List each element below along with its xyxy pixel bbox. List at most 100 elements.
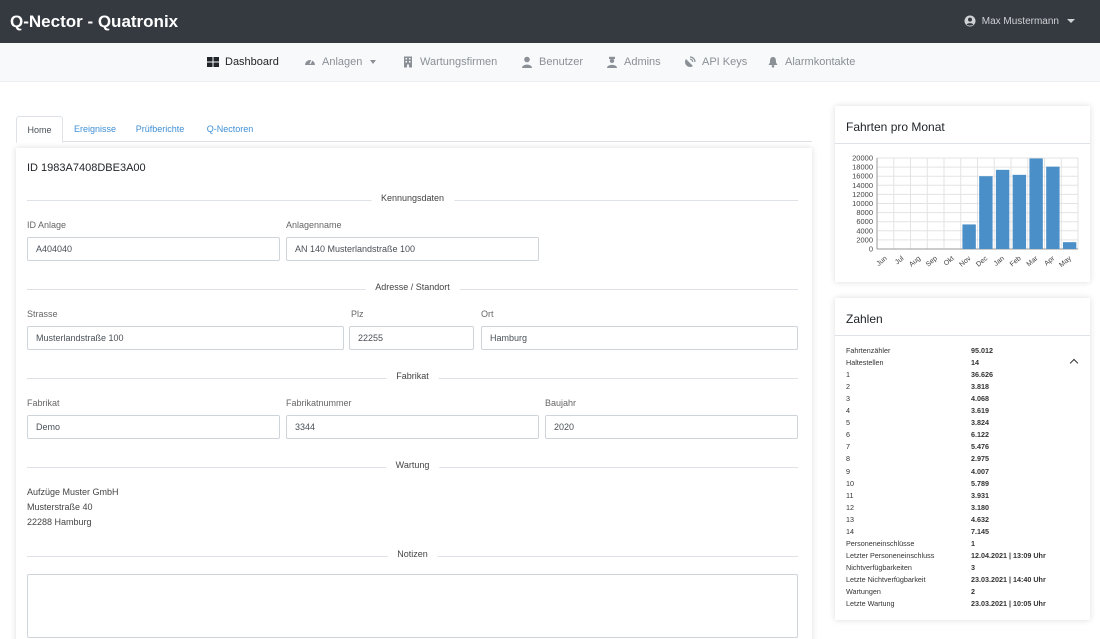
strasse-input[interactable]: Musterlandstraße 100 [27,326,344,350]
brand-title[interactable]: Q-Nector - Quatronix [10,12,178,32]
zahlen-row: 2 3.818 [846,382,1081,394]
zahlen-card-title: Zahlen [835,298,1090,336]
zahlen-row: 6 6.122 [846,430,1081,442]
zahlen-value: 23.03.2021 | 10:05 Uhr [971,599,1046,609]
nav-label: Anlagen [322,56,363,68]
id-anlage-input[interactable]: A404040 [27,237,280,261]
zahlen-value: 3.180 [971,502,989,512]
y-tick-label: 8000 [856,208,873,217]
plz-input[interactable]: 22255 [349,326,474,350]
zahlen-key: Letzter Personeneinschluss [846,550,935,560]
zahlen-row: Nichtverfügbarkeiten 3 [846,563,1081,575]
tab-home[interactable]: Home [16,116,63,143]
zahlen-value: 23.03.2021 | 14:40 Uhr [971,574,1046,584]
section-wartung: Wartung [27,460,798,470]
zahlen-value: 4.068 [971,394,989,404]
zahlen-value: 7.145 [971,526,989,536]
zahlen-row: 14 7.145 [846,527,1081,539]
building-icon [404,56,412,68]
zahlen-key: 5 [846,418,850,428]
chart-card-title: Fahrten pro Monat [835,106,1090,144]
section-title: Kennungsdaten [370,193,455,203]
zahlen-row: Personeneinschlüsse 1 [846,539,1081,551]
satellite-icon [685,56,696,67]
y-tick-label: 4000 [856,226,873,235]
section-title: Adresse / Standort [365,282,460,292]
x-tick-label: Jul [894,255,906,266]
zahlen-row: Letzte Wartung 23.03.2021 | 10:05 Uhr [846,599,1081,611]
zahlen-key: Fahrtenzähler [846,346,891,355]
x-tick-label: Mar [1026,255,1040,269]
y-tick-label: 20000 [852,154,873,163]
baujahr-input[interactable]: 2020 [545,415,798,439]
nav-item-alarmkontakte[interactable]: Alarmkontakte [767,56,855,68]
tab-q-nectoren[interactable]: Q-Nectoren [197,116,263,142]
zahlen-key: 10 [846,478,854,488]
anlagenname-input[interactable]: AN 140 Musterlandstraße 100 [286,237,539,261]
zahlen-row: Wartungen 2 [846,587,1081,599]
baujahr-label: Baujahr [545,398,577,408]
x-tick-label: Okt [943,255,956,267]
chevron-down-icon [370,60,377,64]
tab-pruefberichte[interactable]: Prüfberichte [127,116,193,142]
zahlen-value: 12.04.2021 | 13:09 Uhr [971,550,1046,560]
zahlen-row: 9 4.007 [846,467,1081,479]
bar [1012,174,1027,249]
wartung-strasse: Musterstraße 40 [27,502,93,512]
user-name: Max Mustermann [981,15,1059,27]
x-tick-label: Aug [908,255,922,268]
zahlen-key: 12 [846,502,854,512]
nav-item-anlagen[interactable]: Anlagen [304,56,377,68]
zahlen-row: 5 3.824 [846,418,1081,430]
zahlen-key: 4 [846,406,850,416]
zahlen-row: Haltestellen 14 [846,358,1081,370]
section-title: Notizen [387,549,438,559]
x-tick-label: Sep [925,255,939,268]
nav-label: Admins [624,56,661,68]
section-notizen: Notizen [27,549,798,559]
y-tick-label: 18000 [852,163,873,172]
fabrikat-input[interactable]: Demo [27,415,280,439]
y-tick-label: 14000 [852,181,873,190]
x-tick-label: Jan [993,255,1006,268]
user-menu[interactable]: Max Mustermann [964,15,1075,27]
zahlen-key: 6 [846,430,850,440]
strasse-label: Strasse [27,309,58,319]
zahlen-value: 3.619 [971,406,989,416]
wartung-ort: 22288 Hamburg [27,517,92,527]
nav-item-api-keys[interactable]: API Keys [684,56,747,68]
nav-item-admins[interactable]: Admins [606,56,661,68]
fabrikatnummer-input[interactable]: 3344 [286,415,539,439]
x-tick-label: Dec [975,255,989,269]
main-navigation: Dashboard Anlagen Wartungsfirmen Benutze… [0,43,1100,82]
zahlen-key: 14 [846,526,854,536]
zahlen-key: 1 [846,370,850,380]
nav-item-wartungsfirmen[interactable]: Wartungsfirmen [402,56,497,68]
y-tick-label: 12000 [852,190,873,199]
zahlen-row: Letzter Personeneinschluss 12.04.2021 | 1… [846,551,1081,563]
anlagenname-label: Anlagenname [286,220,342,230]
zahlen-key: Wartungen [846,587,881,596]
bar [995,169,1010,249]
bar [1029,158,1043,249]
ort-input[interactable]: Hamburg [481,326,798,350]
zahlen-key: Nichtverfügbarkeiten [846,562,912,572]
zahlen-key: 9 [846,466,850,476]
zahlen-key: 11 [846,490,854,500]
nav-item-dashboard[interactable]: Dashboard [207,56,279,68]
y-tick-label: 6000 [856,217,873,226]
fahrten-chart-card: Fahrten pro Monat 0 2000 4000 6000 8000 10000… [835,106,1090,282]
tab-ereignisse[interactable]: Ereignisse [67,116,123,142]
x-tick-label: Jun [876,255,889,268]
y-tick-label: 16000 [852,172,873,181]
nav-item-benutzer[interactable]: Benutzer [521,56,583,68]
zahlen-key: Letzte Nichtverfügbarkeit [846,574,926,584]
notizen-textarea[interactable] [27,574,798,638]
zahlen-row: Fahrtenzähler 95.012 [846,346,1081,358]
anlage-id-title: ID 1983A7408DBE3A00 [27,162,146,174]
bell-icon [768,57,778,68]
zahlen-value: 3 [971,562,975,572]
fahrten-bar-chart: 0200040006000800010000120001400016000180… [852,154,1079,269]
zahlen-key: 13 [846,514,854,524]
chevron-down-icon [1067,19,1075,23]
